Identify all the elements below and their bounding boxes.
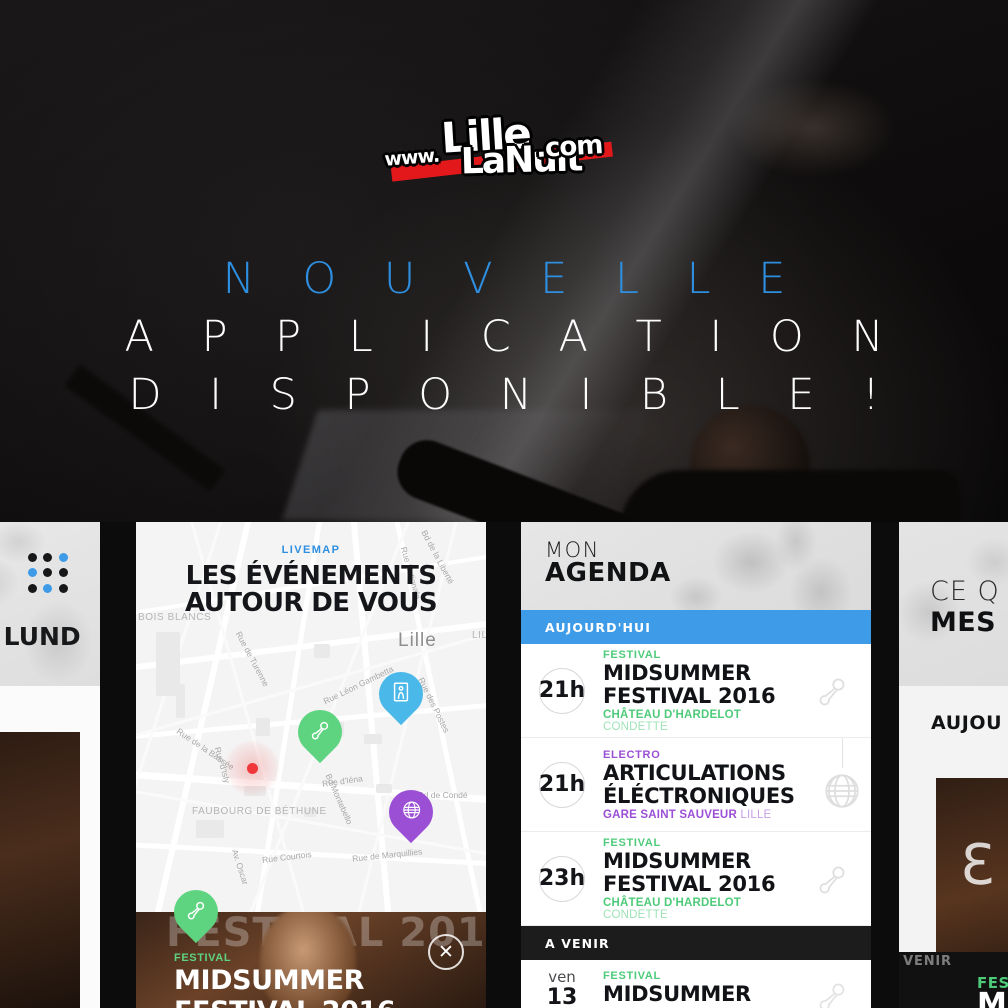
event-title-line1: MIDSUMMER [603, 848, 751, 873]
phone-screen-agenda[interactable]: MON AGENDA AUJOURD'HUI 21h FESTIVAL MIDS… [521, 522, 871, 1008]
event-title-line1: MIDSUMMER [603, 660, 751, 685]
event-venue-name: CHÂTEAU D'HARDELOT [603, 708, 741, 721]
app-screenshots-row: N LUND ❤ [0, 522, 1008, 1008]
calendar-day-1[interactable]: LUND [4, 622, 81, 651]
headline-line-1: N O U V E L L E [222, 254, 803, 304]
agenda-upcoming-row[interactable]: ven 13 FESTIVAL MIDSUMMER [521, 960, 871, 1008]
hero-silhouette-body [620, 470, 960, 522]
microphone-icon [185, 899, 207, 925]
calendar-day-strip[interactable]: N LUND [0, 622, 100, 651]
event-category: ELECTRO [603, 748, 661, 761]
event-info: ELECTRO ARTICULATIONS ÉLÉCTRONIQUES GARE… [603, 749, 803, 821]
event-venue: CHÂTEAU D'HARDELOT CONDETTE [603, 897, 785, 921]
event-title-line2: ÉLÉCTRONIQUES [603, 783, 795, 808]
calendar-header: N LUND [0, 522, 100, 686]
agenda-header: MON AGENDA [521, 522, 871, 610]
reco-card-title: M [977, 987, 1007, 1008]
livemap-kicker: LIVEMAP [281, 544, 341, 556]
upcoming-day-num: 13 [546, 984, 578, 1008]
reco-card-glyph: ℇ [960, 833, 995, 898]
phone-screen-livemap[interactable]: Lille BOIS BLANCS FAUBOURG DE BÉTHUNE Ru… [136, 522, 486, 1008]
map-pin-concert-1[interactable] [288, 700, 352, 764]
headline-line-2: A P P L I C A T I O N [124, 312, 901, 362]
section-header-today: AUJOURD'HUI [521, 610, 871, 644]
event-photo-card[interactable] [0, 732, 80, 1008]
event-title-line2: FESTIVAL 2016 [603, 683, 776, 708]
microphone-icon [793, 832, 871, 925]
card-title-line2: FESTIVAL 2016 [174, 997, 396, 1008]
livemap-title-line2: AUTOUR DE VOUS [184, 587, 438, 618]
logo-text-com: .com [535, 130, 604, 165]
site-logo[interactable]: www. Lille LaNuit .com [383, 105, 622, 191]
map-label-faubourg: FAUBOURG DE BÉTHUNE [192, 806, 326, 819]
event-title-line1: ARTICULATIONS [603, 760, 786, 785]
card-title-line1: MIDSUMMER [174, 965, 365, 996]
event-venue-city: LILLE [740, 808, 772, 821]
section-today-label: AUJOURD'HUI [545, 619, 652, 635]
gap-3 [871, 522, 899, 1008]
event-title-line2: FESTIVAL 2016 [603, 871, 776, 896]
upcoming-day-name: ven [548, 968, 576, 986]
recommendations-header: CE Q MES [899, 522, 1008, 686]
event-venue-city: CONDETTE [603, 908, 668, 921]
event-info: FESTIVAL MIDSUMMER FESTIVAL 2016 CHÂTEAU… [603, 837, 793, 921]
discoball-cord [841, 738, 843, 768]
event-time: 23h [521, 855, 603, 902]
upcoming-info: FESTIVAL MIDSUMMER [603, 970, 793, 1007]
discoball-icon [401, 800, 422, 825]
event-venue-name: CHÂTEAU D'HARDELOT [603, 896, 741, 909]
phone-screen-calendar[interactable]: N LUND ❤ [0, 522, 100, 1008]
event-venue: CHÂTEAU D'HARDELOT CONDETTE [603, 709, 785, 733]
event-category: FESTIVAL [603, 836, 661, 849]
section-upcoming-label: A VENIR [545, 935, 610, 951]
livemap-title-block: LIVEMAP LES ÉVÉNEMENTS AUTOUR DE VOUS [136, 544, 486, 616]
discoball-icon [803, 738, 871, 831]
gap-1 [100, 522, 136, 1008]
agenda-event-row[interactable]: 23h FESTIVAL MIDSUMMER FESTIVAL 2016 CHÂ… [521, 832, 871, 926]
event-time: 21h [521, 667, 603, 714]
event-category: FESTIVAL [603, 648, 661, 661]
calendar-body: ❤ [0, 686, 100, 1008]
event-time-label: 21h [538, 678, 586, 703]
event-venue-city: CONDETTE [603, 720, 668, 733]
event-venue: GARE SAINT SAUVEUR LILLE [603, 809, 795, 821]
agenda-event-row[interactable]: 21h ELECTRO ARTICULATIONS ÉLÉCTRONIQUES … [521, 738, 871, 832]
card-kicker: FESTIVAL [174, 952, 232, 964]
hero-banner: www. Lille LaNuit .com N O U V E L L E A… [0, 0, 1008, 522]
map-label-city: Lille [398, 630, 437, 651]
livemap-card-caption: FESTIVAL MIDSUMMER FESTIVAL 2016 [174, 952, 396, 1008]
reco-section-upcoming: A VENIR [899, 954, 952, 969]
event-time-label: 23h [538, 866, 586, 891]
agenda-header-big: AGENDA [545, 558, 671, 588]
event-time: 21h [521, 761, 603, 808]
headline-line-3: D I S P O N I B L E ! [128, 370, 897, 420]
reco-header-big: MES [930, 607, 996, 638]
upcoming-title-line1: MIDSUMMER [603, 982, 751, 1006]
microphone-icon [793, 644, 871, 737]
agenda-event-row[interactable]: 21h FESTIVAL MIDSUMMER FESTIVAL 2016 CHÂ… [521, 644, 871, 738]
event-venue-name: GARE SAINT SAUVEUR [603, 808, 737, 821]
user-location-indicator [224, 740, 280, 796]
microphone-icon [793, 970, 871, 1008]
event-time-label: 21h [538, 772, 586, 797]
close-icon[interactable]: ✕ [428, 934, 464, 970]
map-label-lille-edge: LILLE [472, 630, 486, 641]
map-street-oscar: Av. Oscar [229, 848, 251, 886]
phone-screen-recommendations[interactable]: CE Q MES AUJOU ℇ A VENIR FEST M [899, 522, 1008, 1008]
upcoming-category: FESTIVAL [603, 970, 661, 982]
upcoming-date: ven 13 [521, 968, 603, 1008]
theatre-icon [391, 681, 411, 707]
map-street-turenne: Rue de Turenne [233, 629, 272, 689]
gap-2 [486, 522, 521, 1008]
microphone-icon [309, 719, 331, 745]
event-info: FESTIVAL MIDSUMMER FESTIVAL 2016 CHÂTEAU… [603, 649, 793, 733]
hero-headline: N O U V E L L E A P P L I C A T I O N D … [0, 258, 1008, 432]
logo-text-www: www. [383, 144, 440, 171]
livemap-title-line1: LES ÉVÉNEMENTS [185, 561, 437, 591]
section-header-upcoming: A VENIR [521, 926, 871, 960]
reco-section-today: AUJOU [931, 712, 1003, 734]
reco-header-small: CE Q [930, 576, 1000, 607]
grid-dots-icon[interactable] [28, 553, 68, 593]
